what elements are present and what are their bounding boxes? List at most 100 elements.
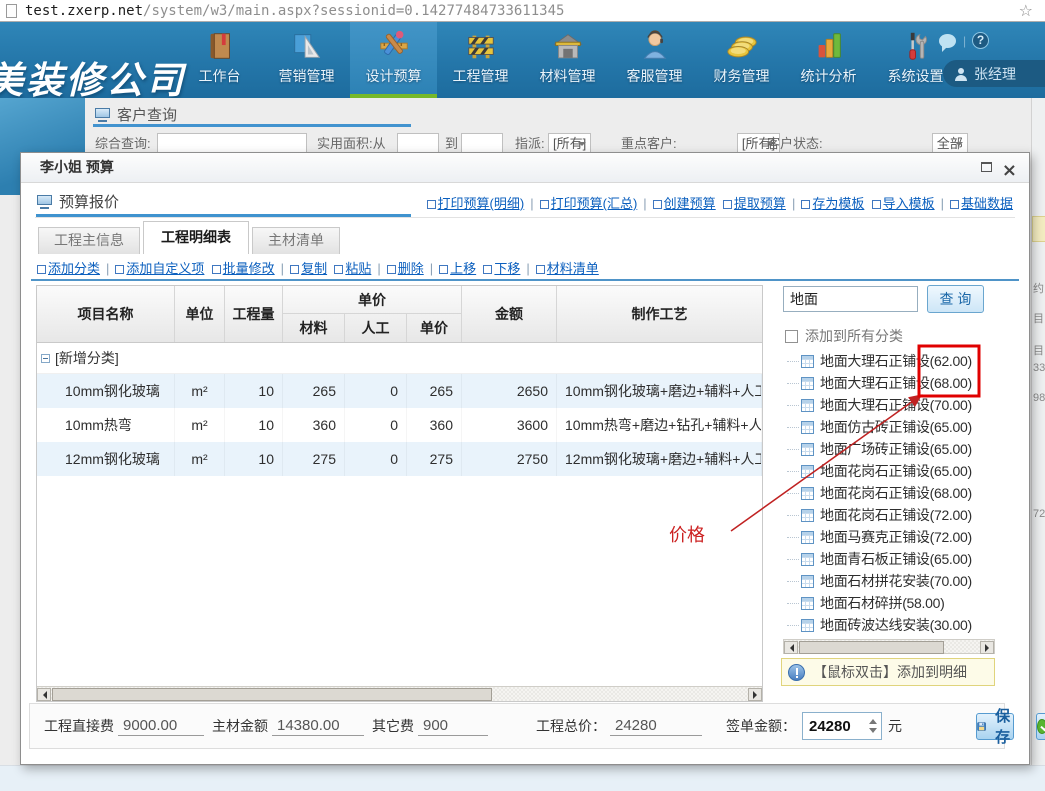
scroll-left-arrow[interactable]	[784, 641, 798, 654]
other-fee-value: 900	[418, 717, 488, 736]
table-row[interactable]: 12mm钢化玻璃 m² 10 275 0 275 2750 12mm钢化玻璃+磨…	[37, 442, 762, 476]
cell-unit: m²	[175, 442, 225, 476]
link-print-budget-detail[interactable]: 打印预算(明细)	[427, 196, 525, 211]
list-item[interactable]: 地面花岗石正铺设(65.00)	[787, 460, 1001, 482]
list-item[interactable]: 地面仿古砖正铺设(65.00)	[787, 416, 1001, 438]
cell-unit: m²	[175, 408, 225, 442]
list-item[interactable]: 地面石材碎拼(58.00)	[787, 592, 1001, 614]
assign-select[interactable]: [所有]	[548, 133, 591, 154]
section-title: 预算报价	[37, 191, 119, 212]
toolbar-delete[interactable]: 删除	[387, 261, 424, 276]
grid-icon	[801, 597, 814, 610]
browser-address-bar[interactable]: test.zxerp.net /system/w3/main.aspx?sess…	[0, 0, 1045, 22]
grid-icon	[801, 509, 814, 522]
list-item[interactable]: 地面大理石正铺设(68.00)	[787, 372, 1001, 394]
table-horizontal-scrollbar[interactable]	[37, 686, 762, 701]
maximize-icon[interactable]	[981, 162, 992, 172]
spin-down-icon[interactable]	[869, 728, 877, 737]
pencil-brush-icon	[377, 29, 411, 63]
nav-items: 工作台 营销管理 设计预算 工程管理 材料管理 客服管理	[176, 22, 959, 98]
nav-item-materials[interactable]: 材料管理	[524, 22, 611, 98]
category-row[interactable]: [新增分类]	[37, 343, 762, 374]
tab-project-detail[interactable]: 工程明细表	[143, 221, 249, 254]
warehouse-icon	[551, 29, 585, 63]
cell-qty: 10	[225, 442, 283, 476]
toolbar-move-up[interactable]: 上移	[439, 261, 476, 276]
link-import-template[interactable]: 导入模板	[872, 196, 935, 211]
list-item-label: 地面石材拼花安装(70.00)	[820, 571, 972, 591]
area-to-input[interactable]	[461, 133, 503, 154]
book-icon	[203, 29, 237, 63]
list-item[interactable]: 地面花岗石正铺设(72.00)	[787, 504, 1001, 526]
search-button[interactable]: 查 询	[927, 285, 984, 313]
modal-tabs: 工程主信息 工程明细表 主材清单	[38, 221, 343, 254]
nav-item-engineering[interactable]: 工程管理	[437, 22, 524, 98]
close-icon[interactable]: ×	[1002, 156, 1017, 185]
list-item-label: 地面大理石正铺设(62.00)	[820, 351, 972, 371]
add-to-all-checkbox[interactable]	[785, 330, 798, 343]
toolbar-copy[interactable]: 复制	[290, 261, 327, 276]
nav-item-workbench[interactable]: 工作台	[176, 22, 263, 98]
list-item[interactable]: 地面石材拼花安装(70.00)	[787, 570, 1001, 592]
bookmark-star-icon[interactable]: ☆	[1019, 1, 1033, 20]
nav-item-finance[interactable]: 财务管理	[698, 22, 785, 98]
link-create-budget[interactable]: 创建预算	[653, 196, 716, 211]
table-row[interactable]: 10mm热弯 m² 10 360 0 360 3600 10mm热弯+磨边+钻孔…	[37, 408, 762, 442]
filter-label: 指派:	[515, 133, 545, 152]
scroll-left-arrow[interactable]	[37, 688, 51, 701]
toolbar-material-list[interactable]: 材料清单	[536, 261, 599, 276]
toolbar-move-down[interactable]: 下移	[483, 261, 520, 276]
toolbar-add-custom-item[interactable]: 添加自定义项	[115, 261, 204, 276]
scroll-right-arrow[interactable]	[980, 641, 994, 654]
link-save-template[interactable]: 存为模板	[801, 196, 864, 211]
scroll-right-arrow[interactable]	[748, 688, 762, 701]
tab-main-materials[interactable]: 主材清单	[252, 227, 340, 254]
list-item[interactable]: 地面大理石正铺设(62.00)	[787, 350, 1001, 372]
panel-horizontal-scrollbar[interactable]	[783, 639, 995, 654]
list-item[interactable]: 地面砖波达线安装(30.00)	[787, 614, 1001, 636]
nav-item-design-budget[interactable]: 设计预算	[350, 22, 437, 98]
tab-project-main-info[interactable]: 工程主信息	[38, 227, 140, 254]
toolbar-paste[interactable]: 粘贴	[334, 261, 371, 276]
sign-button[interactable]: 签 单	[1036, 713, 1045, 740]
list-item[interactable]: 地面大理石正铺设(70.00)	[787, 394, 1001, 416]
spinner-buttons	[865, 713, 881, 739]
scroll-thumb[interactable]	[52, 688, 492, 701]
search-filter-input[interactable]	[157, 133, 307, 154]
collapse-icon[interactable]	[41, 354, 50, 363]
help-icon[interactable]: ?	[972, 32, 989, 49]
nav-item-marketing[interactable]: 营销管理	[263, 22, 350, 98]
currency-unit: 元	[888, 716, 902, 736]
nav-item-statistics[interactable]: 统计分析	[785, 22, 872, 98]
list-item[interactable]: 地面青石板正铺设(65.00)	[787, 548, 1001, 570]
modal-title-bar[interactable]: 李小姐 预算 ×	[21, 153, 1029, 183]
spin-up-icon[interactable]	[869, 715, 877, 724]
link-base-data[interactable]: 基础数据	[950, 196, 1013, 211]
nav-item-customer-service[interactable]: 客服管理	[611, 22, 698, 98]
double-click-hint: 【鼠标双击】添加到明细	[781, 658, 995, 686]
link-box-icon	[439, 265, 448, 274]
coins-icon	[725, 29, 759, 63]
sign-amount-input[interactable]	[803, 718, 865, 735]
list-item[interactable]: 地面马赛克正铺设(72.00)	[787, 526, 1001, 548]
status-select[interactable]: 全部	[932, 133, 968, 154]
grid-icon	[801, 487, 814, 500]
col-header-unit-price: 单价	[407, 314, 462, 342]
nav-label: 营销管理	[263, 66, 350, 86]
area-from-input[interactable]	[397, 133, 439, 154]
save-button[interactable]: 保 存	[976, 713, 1014, 740]
scroll-thumb[interactable]	[799, 641, 944, 654]
table-row[interactable]: 10mm钢化玻璃 m² 10 265 0 265 2650 10mm钢化玻璃+磨…	[37, 374, 762, 408]
link-print-budget-summary[interactable]: 打印预算(汇总)	[540, 196, 638, 211]
toolbar-batch-edit[interactable]: 批量修改	[212, 261, 275, 276]
search-input[interactable]	[783, 286, 918, 312]
toolbar-add-category[interactable]: 添加分类	[37, 261, 100, 276]
message-bubble-icon[interactable]	[939, 34, 956, 48]
list-item[interactable]: 地面广场砖正铺设(65.00)	[787, 438, 1001, 460]
modal-title: 李小姐 预算	[40, 159, 114, 175]
background-cell	[1032, 216, 1045, 242]
link-extract-budget[interactable]: 提取预算	[723, 196, 786, 211]
background-right-strip: 约 目 目 33 98 72	[1031, 98, 1045, 765]
list-item[interactable]: 地面花岗石正铺设(68.00)	[787, 482, 1001, 504]
user-menu[interactable]: 张经理	[943, 60, 1045, 87]
